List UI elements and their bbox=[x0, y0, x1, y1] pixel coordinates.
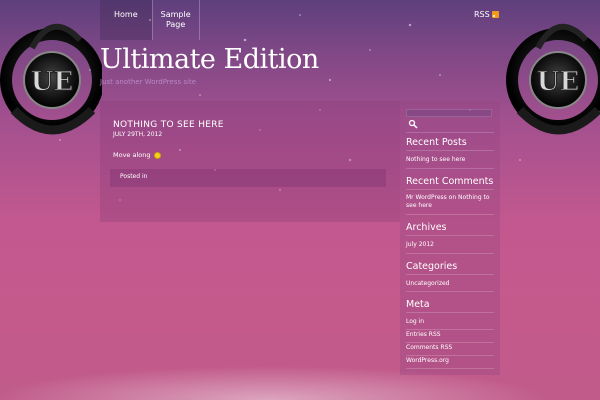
post-body-text: Move along bbox=[113, 151, 151, 159]
logo-letters: UE bbox=[31, 67, 74, 97]
rss-icon[interactable] bbox=[491, 11, 499, 18]
post-body: Move along bbox=[113, 151, 161, 159]
widget-title-archives: Archives bbox=[406, 222, 447, 233]
divider bbox=[406, 274, 494, 275]
divider bbox=[406, 168, 494, 169]
divider bbox=[406, 368, 494, 369]
post-title[interactable]: NOTHING TO SEE HERE bbox=[113, 120, 224, 130]
widget-title-meta: Meta bbox=[406, 299, 430, 310]
search-icon[interactable] bbox=[408, 119, 418, 129]
category-link[interactable]: Uncategorized bbox=[406, 280, 494, 288]
widget-title-recent-comments: Recent Comments bbox=[406, 176, 494, 187]
meta-link-log-in[interactable]: Log in bbox=[406, 318, 494, 326]
rss-label[interactable]: RSS bbox=[474, 10, 490, 19]
ue-logo-emblem-left: UE bbox=[0, 0, 104, 160]
logo-letters: UE bbox=[537, 67, 580, 97]
rss-link[interactable]: RSS bbox=[474, 10, 499, 19]
main-navigation: Home Sample Page bbox=[100, 0, 200, 40]
post-date: JULY 29TH, 2012 bbox=[113, 131, 163, 138]
meta-link-wordpress-org[interactable]: WordPress.org bbox=[406, 357, 494, 365]
divider bbox=[406, 132, 494, 133]
post-meta: Posted in bbox=[110, 169, 386, 187]
search-input[interactable] bbox=[406, 109, 492, 117]
widget-title-categories: Categories bbox=[406, 261, 458, 272]
main-content: NOTHING TO SEE HERE JULY 29TH, 2012 Move… bbox=[100, 101, 400, 222]
bottom-glow bbox=[0, 360, 600, 400]
divider bbox=[406, 342, 494, 343]
site-tagline: Just another WordPress site bbox=[100, 78, 197, 86]
meta-link-entries-rss[interactable]: Entries RSS bbox=[406, 331, 494, 339]
sidebar: Recent Posts Nothing to see here Recent … bbox=[400, 101, 500, 375]
widget-title-recent-posts: Recent Posts bbox=[406, 137, 467, 148]
divider bbox=[406, 312, 494, 313]
divider bbox=[406, 189, 494, 190]
recent-post-link[interactable]: Nothing to see here bbox=[406, 156, 494, 164]
ue-logo-emblem-right: UE bbox=[498, 0, 600, 160]
divider bbox=[406, 355, 494, 356]
divider bbox=[406, 329, 494, 330]
divider bbox=[406, 235, 494, 236]
divider bbox=[406, 253, 494, 254]
nav-item-sample-page[interactable]: Sample Page bbox=[151, 0, 200, 40]
divider bbox=[406, 150, 494, 151]
nav-item-home[interactable]: Home bbox=[100, 0, 152, 40]
site-title[interactable]: Ultimate Edition bbox=[100, 44, 319, 75]
archive-link[interactable]: July 2012 bbox=[406, 241, 494, 249]
meta-link-comments-rss[interactable]: Comments RSS bbox=[406, 344, 494, 352]
smiley-icon bbox=[153, 151, 161, 159]
recent-comment-link[interactable]: Mr WordPress on Nothing to see here bbox=[406, 194, 494, 210]
divider bbox=[406, 214, 494, 215]
divider bbox=[406, 291, 494, 292]
